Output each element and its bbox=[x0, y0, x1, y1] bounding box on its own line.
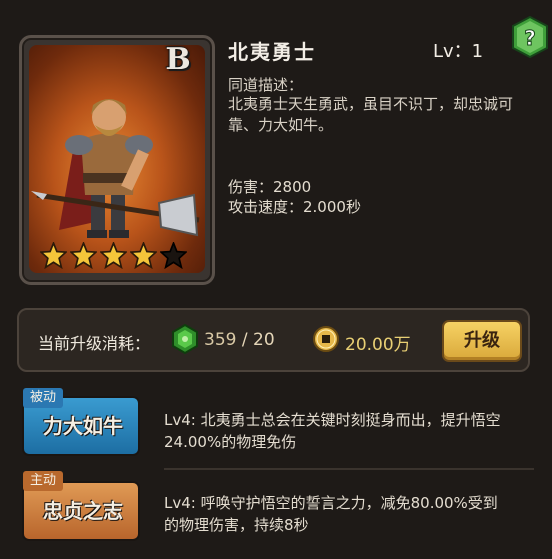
gem-required: 20 bbox=[253, 330, 275, 350]
star-filled-icon bbox=[100, 242, 127, 269]
divider bbox=[164, 468, 534, 470]
gem-amount: 359 / 20 bbox=[204, 330, 275, 350]
hero-level: Lv：1 bbox=[433, 41, 484, 62]
help-label: ? bbox=[524, 26, 536, 50]
attack-speed-stat: 攻击速度：2.000秒 bbox=[228, 198, 361, 216]
upgrade-cost-label: 当前升级消耗： bbox=[38, 334, 151, 353]
hero-description: 北夷勇士天生勇武，虽目不识丁，却忠诚可靠、力大如牛。 bbox=[228, 95, 514, 134]
question-hex-icon: ? bbox=[512, 15, 548, 59]
skill-type-tag: 主动 bbox=[23, 471, 63, 491]
gem-separator: / bbox=[236, 330, 253, 350]
upgrade-button[interactable]: 升级 bbox=[442, 320, 522, 362]
skill-name: 忠贞之志 bbox=[43, 499, 123, 523]
description-label: 同道描述： bbox=[228, 76, 304, 94]
coin-cost: 20.00万 bbox=[345, 335, 411, 355]
green-gem-icon bbox=[170, 323, 200, 355]
star-empty-icon bbox=[160, 242, 187, 269]
skill-type-tag: 被动 bbox=[23, 388, 63, 408]
coin-icon bbox=[312, 325, 340, 353]
help-button[interactable]: ? bbox=[510, 15, 550, 59]
star-filled-icon bbox=[130, 242, 157, 269]
star-filled-icon bbox=[70, 242, 97, 269]
gem-owned: 359 bbox=[204, 330, 237, 350]
skill-description: Lv4: 呼唤守护悟空的誓言之力，减免80.00%受到的物理伤害，持续8秒 bbox=[164, 494, 498, 534]
hero-name: 北夷勇士 bbox=[228, 40, 316, 64]
star-filled-icon bbox=[40, 242, 67, 269]
rank-badge: B bbox=[165, 42, 191, 77]
damage-stat: 伤害：2800 bbox=[228, 178, 312, 196]
star-rating bbox=[40, 242, 187, 269]
skill-description: Lv4: 北夷勇士总会在关键时刻挺身而出，提升悟空24.00%的物理免伤 bbox=[164, 411, 501, 451]
